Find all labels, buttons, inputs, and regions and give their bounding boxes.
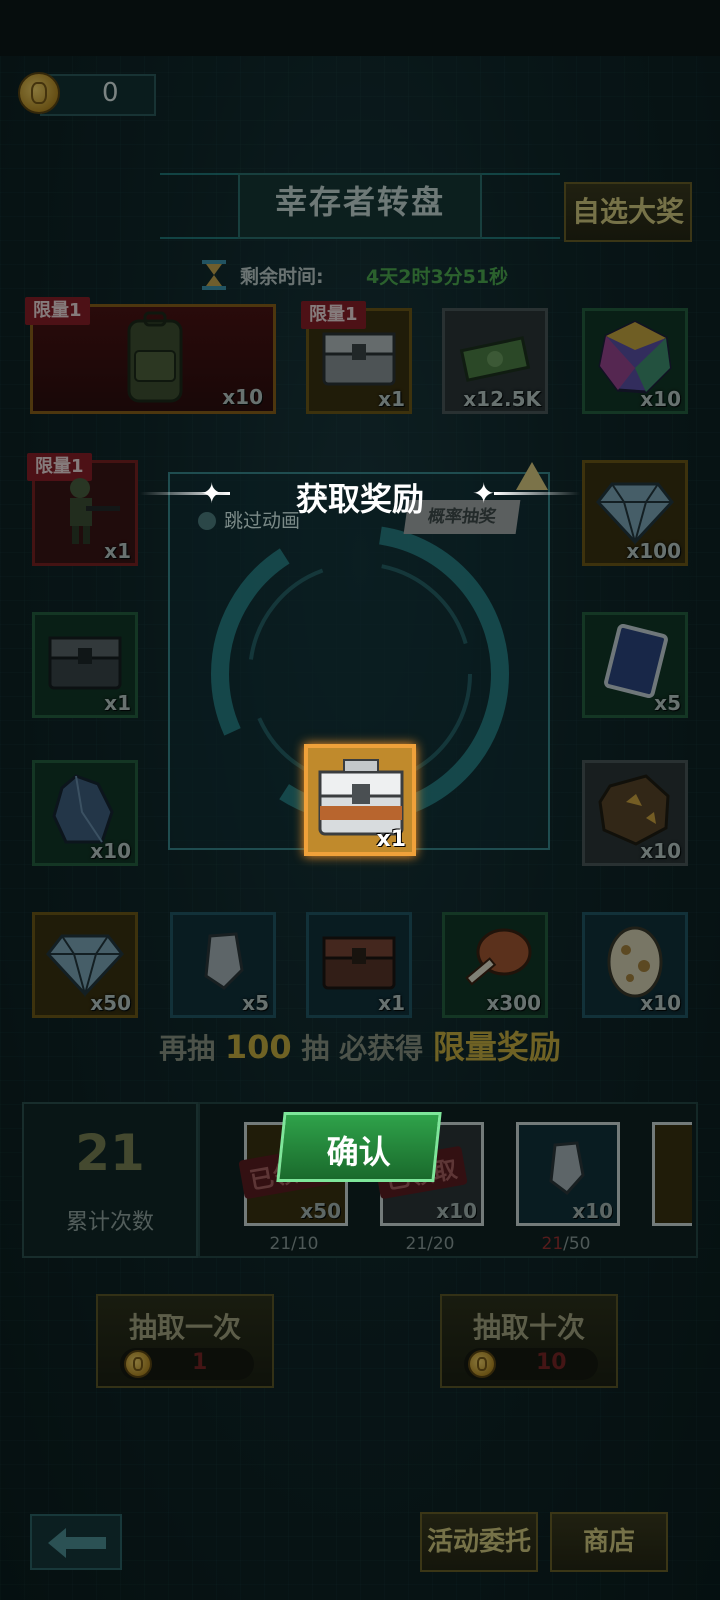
obtained-reward-qty: x1 — [376, 827, 407, 852]
confirm-label: 确认 — [326, 1133, 391, 1171]
confirm-button[interactable]: 确认 — [276, 1112, 442, 1182]
obtained-reward-tile: x1 — [304, 744, 416, 856]
reward-modal-title: 获取奖励 — [295, 480, 424, 518]
